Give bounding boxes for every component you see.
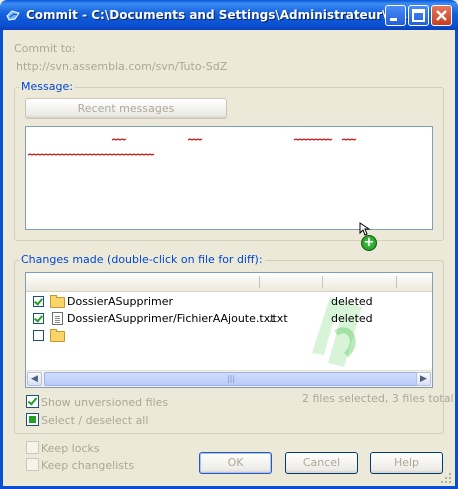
window-title: Commit - C:\Documents and Settings\Admin…: [26, 8, 413, 22]
horizontal-scrollbar[interactable]: ◀ ||| ▶: [26, 370, 432, 387]
keep-changelists-label: Keep changelists: [41, 459, 135, 472]
mouse-cursor-icon: [359, 222, 371, 236]
minimize-icon: [390, 18, 397, 21]
cancel-button[interactable]: Cancel: [285, 452, 358, 474]
row-checkbox[interactable]: [33, 330, 44, 341]
keep-locks-checkbox[interactable]: [26, 441, 39, 454]
title-bar[interactable]: Commit - C:\Documents and Settings\Admin…: [0, 0, 458, 30]
add-overlay-icon: +: [361, 235, 377, 251]
column-divider[interactable]: [322, 276, 323, 288]
column-divider[interactable]: [396, 276, 397, 288]
list-header[interactable]: [26, 273, 432, 292]
selection-summary: 2 files selected, 3 files total: [302, 392, 454, 405]
commit-to-label: Commit to:: [14, 42, 76, 55]
scroll-left-button[interactable]: ◀: [27, 372, 42, 386]
select-deselect-label: Select / deselect all: [41, 414, 149, 427]
message-input[interactable]: [25, 126, 433, 230]
help-button[interactable]: Help: [370, 452, 443, 474]
minimize-button[interactable]: [385, 5, 406, 26]
file-icon: [52, 312, 63, 325]
keep-changelists-checkbox[interactable]: [26, 458, 39, 471]
show-unversioned-label: Show unversioned files: [41, 396, 169, 409]
file-path: DossierASupprimer/FichierAAjoute.txt: [67, 312, 275, 325]
close-icon: [436, 10, 447, 21]
list-item[interactable]: DossierASupprimer/FichierAAjoute.txt .tx…: [26, 310, 432, 327]
column-divider[interactable]: [259, 276, 260, 288]
list-item[interactable]: DossierASupprimer deleted: [26, 293, 432, 310]
select-deselect-checkbox[interactable]: [26, 413, 39, 426]
changes-group-label: Changes made (double-click on file for d…: [19, 253, 265, 266]
spellcheck-underlines: [27, 138, 357, 156]
file-extension: .txt: [269, 312, 288, 325]
folder-icon: [50, 329, 65, 342]
scrollbar-thumb[interactable]: |||: [44, 372, 418, 386]
maximize-icon: [412, 9, 425, 22]
changes-list[interactable]: DossierASupprimer deleted DossierASuppri…: [25, 272, 433, 388]
row-checkbox[interactable]: [33, 313, 44, 324]
ok-button[interactable]: OK: [199, 452, 272, 474]
recent-messages-button[interactable]: Recent messages: [25, 98, 227, 119]
maximize-button[interactable]: [408, 5, 429, 26]
show-unversioned-checkbox[interactable]: [26, 395, 39, 408]
scroll-right-button[interactable]: ▶: [416, 372, 431, 386]
list-item[interactable]: [26, 327, 432, 344]
folder-icon: [50, 295, 65, 308]
keep-locks-label: Keep locks: [41, 442, 100, 455]
tortoisesvn-icon: [6, 10, 20, 21]
resize-grip-icon[interactable]: [440, 472, 452, 484]
message-group-label: Message:: [19, 80, 75, 93]
file-path: DossierASupprimer: [67, 295, 174, 308]
commit-to-url: http://svn.assembla.com/svn/Tuto-SdZ: [16, 60, 228, 73]
file-status: deleted: [331, 312, 373, 325]
close-button[interactable]: [431, 5, 452, 26]
file-status: deleted: [331, 295, 373, 308]
row-checkbox[interactable]: [33, 296, 44, 307]
